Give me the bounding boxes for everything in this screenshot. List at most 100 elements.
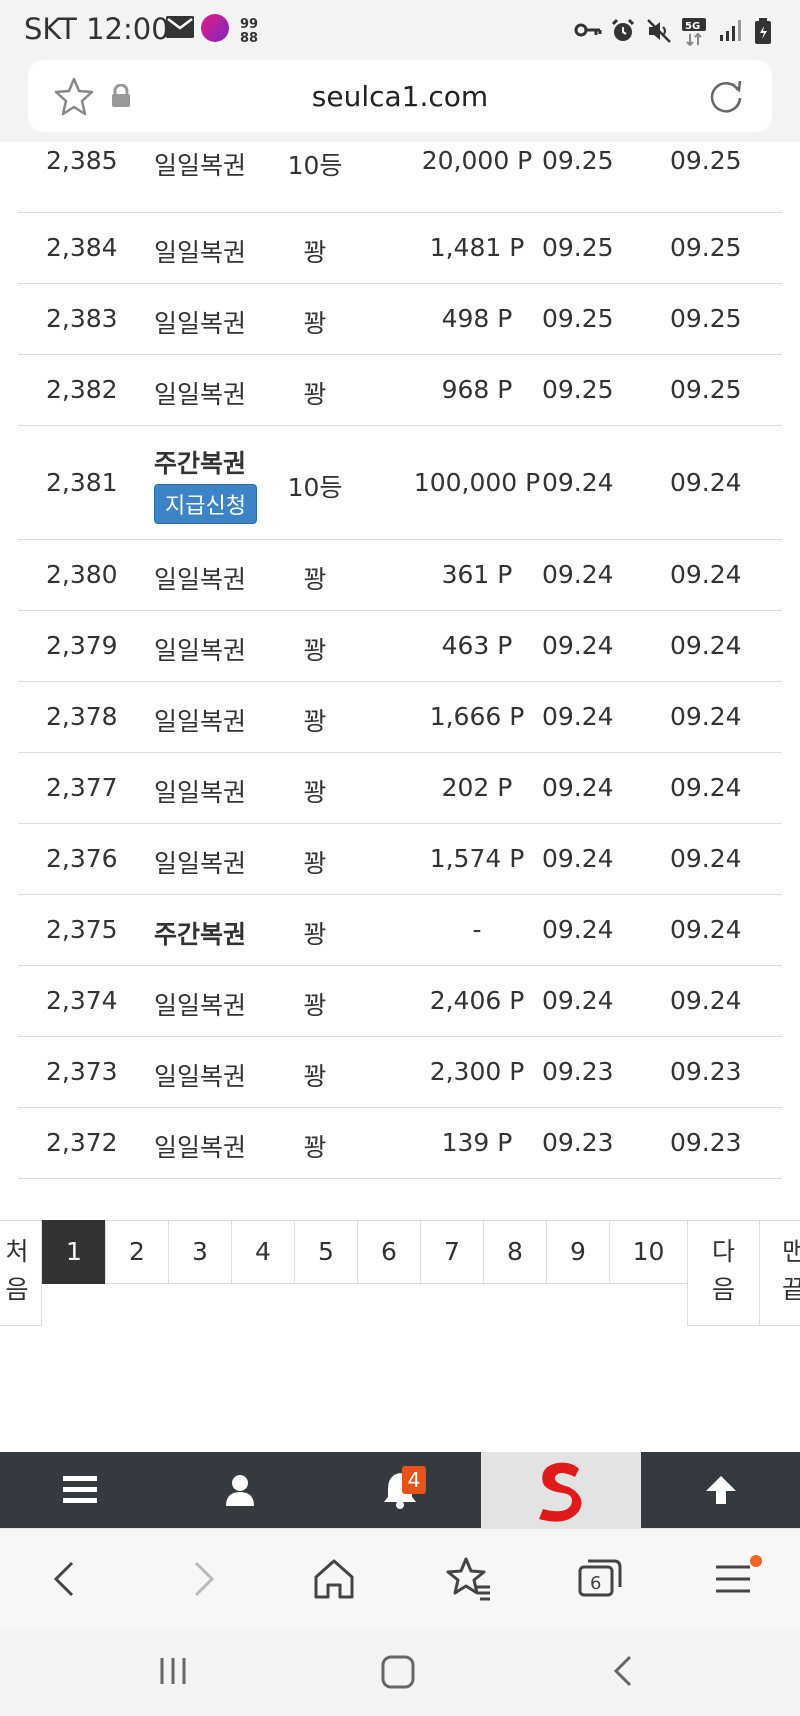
mail-icon (166, 16, 194, 38)
draw-date: 09.25 (542, 233, 614, 262)
menu-button[interactable] (0, 1452, 160, 1528)
row-number: 2,375 (46, 915, 118, 944)
pay-date: 09.25 (670, 375, 742, 404)
prize-points: 1,574 P (429, 844, 525, 873)
prize-rank: 꽝 (303, 380, 327, 409)
forward-button[interactable] (174, 1551, 230, 1607)
claim-payment-button[interactable]: 지급신청 (154, 484, 257, 524)
svg-text:6: 6 (590, 1573, 601, 1594)
pay-date: 09.24 (670, 468, 742, 497)
key-icon (574, 18, 602, 42)
page-link-4[interactable]: 4 (231, 1220, 295, 1284)
tabs-button[interactable]: 6 (572, 1551, 628, 1607)
browser-toolbar: 6 (0, 1528, 800, 1629)
back-system-button[interactable] (608, 1654, 638, 1692)
busan-app-icon (201, 14, 229, 42)
page-link-5[interactable]: 5 (294, 1220, 358, 1284)
lottery-type: 일일복권 (154, 636, 247, 665)
first-page-link[interactable]: 처 음 (0, 1220, 42, 1326)
mute-icon (646, 18, 672, 43)
prize-points: 498 P (441, 304, 513, 333)
lottery-type: 일일복권 (154, 238, 247, 267)
reload-icon[interactable] (706, 76, 746, 116)
home-button[interactable] (306, 1551, 362, 1607)
address-bar: seulca1.com (0, 58, 800, 142)
table-row: 2,381 주간복권 지급신청 10등 100,000 P 09.24 09.2… (18, 426, 782, 540)
prize-rank: 꽝 (303, 707, 327, 736)
page-link-7[interactable]: 7 (420, 1220, 484, 1284)
pay-date: 09.23 (670, 1057, 742, 1086)
battery-icon (754, 18, 780, 44)
prize-rank: 꽝 (303, 1133, 327, 1162)
pay-date: 09.24 (670, 560, 742, 589)
site-bottom-nav (0, 1452, 800, 1528)
lottery-type: 일일복권 (154, 849, 247, 878)
row-number: 2,380 (46, 560, 118, 589)
draw-date: 09.24 (542, 631, 614, 660)
draw-date: 09.23 (542, 1128, 614, 1157)
lottery-type: 일일복권 (154, 778, 247, 807)
draw-date: 09.23 (542, 1057, 614, 1086)
home-icon (314, 1559, 354, 1599)
user-button[interactable] (160, 1452, 320, 1528)
url-field[interactable]: seulca1.com (28, 60, 772, 132)
last-page-link[interactable]: 맨 끝 (759, 1220, 800, 1326)
arrow-up-icon (706, 1476, 736, 1504)
prize-rank: 꽝 (303, 1062, 327, 1091)
row-number: 2,377 (46, 773, 118, 802)
scroll-top-button[interactable] (641, 1452, 800, 1528)
site-logo-button[interactable] (481, 1452, 641, 1528)
bookmarks-button[interactable] (440, 1551, 496, 1607)
prize-points: - (472, 915, 482, 944)
prize-points: 20,000 P (421, 146, 533, 175)
pay-date: 09.24 (670, 844, 742, 873)
lottery-type: 일일복권 (154, 380, 247, 409)
page-link-8[interactable]: 8 (483, 1220, 547, 1284)
next-page-link[interactable]: 다 음 (687, 1220, 760, 1326)
table-row: 2,384 일일복권 꽝 1,481 P 09.25 09.25 (18, 213, 782, 284)
status-bar: SKT 12:00 99 88 5G (0, 0, 800, 58)
pay-date: 09.24 (670, 915, 742, 944)
back-button[interactable] (38, 1551, 94, 1607)
prize-points: 361 P (441, 560, 513, 589)
system-nav-bar (0, 1628, 800, 1716)
pagination: 처 음 1 2 3 4 5 6 7 8 9 10 다 음 맨 끝 (0, 1220, 800, 1340)
row-number: 2,384 (46, 233, 118, 262)
svg-text:99: 99 (240, 17, 258, 32)
draw-date: 09.24 (542, 915, 614, 944)
recent-apps-button[interactable] (156, 1654, 190, 1692)
page-link-6[interactable]: 6 (357, 1220, 421, 1284)
draw-date: 09.25 (542, 375, 614, 404)
prize-points: 1,666 P (429, 702, 525, 731)
browser-menu-button[interactable] (706, 1551, 762, 1607)
draw-date: 09.24 (542, 773, 614, 802)
chevron-left-icon (53, 1561, 74, 1597)
draw-date: 09.24 (542, 986, 614, 1015)
prize-points: 2,406 P (429, 986, 525, 1015)
row-number: 2,379 (46, 631, 118, 660)
lottery-type: 일일복권 (154, 565, 247, 594)
signal-icon (718, 18, 744, 42)
table-row: 2,378 일일복권 꽝 1,666 P 09.24 09.24 (18, 682, 782, 753)
table-row: 2,376 일일복권 꽝 1,574 P 09.24 09.24 (18, 824, 782, 895)
lottery-type: 일일복권 (154, 309, 247, 338)
pay-date: 09.25 (670, 233, 742, 262)
hamburger-menu-icon (63, 1476, 97, 1503)
svg-text:88: 88 (240, 31, 258, 44)
alarm-icon (610, 18, 636, 42)
page-link-3[interactable]: 3 (168, 1220, 232, 1284)
user-icon (226, 1475, 254, 1506)
home-square-icon (381, 1655, 415, 1689)
draw-date: 09.25 (542, 304, 614, 333)
notification-button[interactable] (320, 1452, 480, 1528)
page-link-9[interactable]: 9 (546, 1220, 610, 1284)
home-system-button[interactable] (380, 1654, 416, 1694)
draw-date: 09.24 (542, 468, 614, 497)
page-link-10[interactable]: 10 (609, 1220, 688, 1284)
notification-count-badge: 4 (402, 1466, 426, 1494)
recent-apps-icon (160, 1658, 186, 1684)
page-link-1[interactable]: 1 (42, 1220, 106, 1284)
lottery-type: 일일복권 (154, 707, 247, 736)
prize-rank: 꽝 (303, 565, 327, 594)
page-link-2[interactable]: 2 (105, 1220, 169, 1284)
